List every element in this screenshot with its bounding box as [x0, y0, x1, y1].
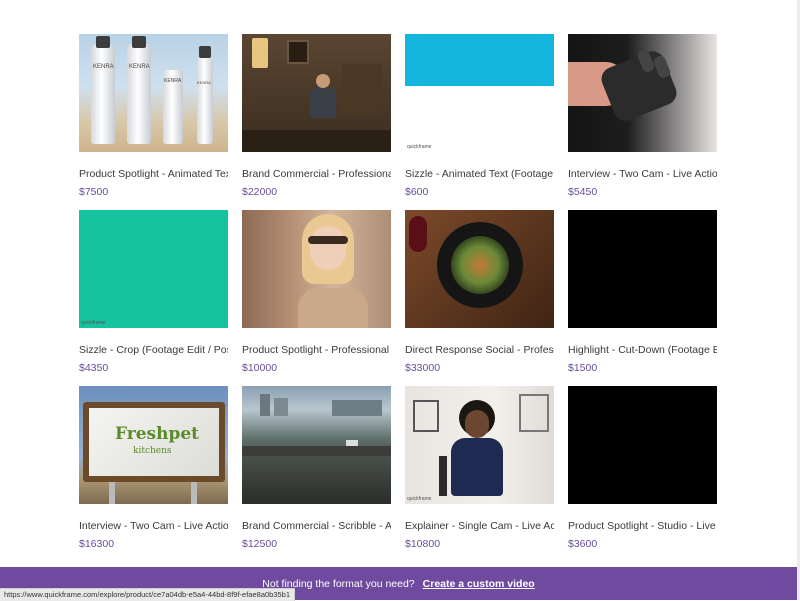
product-title[interactable]: Sizzle - Crop (Footage Edit / Post-Proc — [79, 344, 228, 357]
product-title[interactable]: Sizzle - Animated Text (Footage Edit / — [405, 168, 554, 181]
product-title[interactable]: Direct Response Social - Professional — [405, 344, 554, 357]
watermark: quickframe — [407, 144, 432, 150]
product-card[interactable]: Brand Commercial - Professional - Liv $2… — [242, 34, 391, 210]
product-title[interactable]: Product Spotlight - Studio - Live Actio — [568, 520, 717, 533]
product-title[interactable]: Brand Commercial - Professional - Liv — [242, 168, 391, 181]
product-card[interactable]: KENRA KENRA KENRA KENRA Product Spotligh… — [79, 34, 228, 210]
product-price: $33000 — [405, 362, 441, 374]
product-thumbnail[interactable]: Freshpet kitchens — [79, 386, 228, 504]
sign-subtext: kitchens — [133, 446, 172, 456]
product-title[interactable]: Highlight - Cut-Down (Footage Edit / I — [568, 344, 717, 357]
product-card[interactable]: Product Spotlight - Studio - Live Actio … — [568, 386, 717, 562]
product-thumbnail[interactable]: quickframe — [79, 210, 228, 328]
product-price: $22000 — [242, 186, 278, 198]
product-title[interactable]: Explainer - Single Cam - Live Action — [405, 520, 554, 533]
status-bar-url: https://www.quickframe.com/explore/produ… — [0, 588, 296, 601]
watermark: quickframe — [81, 320, 106, 326]
product-price: $10800 — [405, 538, 441, 550]
product-thumbnail[interactable] — [242, 386, 391, 504]
product-title[interactable]: Interview - Two Cam - Live Action — [568, 168, 717, 181]
product-title[interactable]: Interview - Two Cam - Live Action — [79, 520, 228, 533]
product-thumbnail[interactable] — [242, 34, 391, 152]
product-grid: KENRA KENRA KENRA KENRA Product Spotligh… — [79, 34, 717, 562]
product-thumbnail[interactable] — [405, 210, 554, 328]
product-card[interactable]: Direct Response Social - Professional $3… — [405, 210, 554, 386]
product-price: $1500 — [568, 362, 598, 374]
product-price: $7500 — [79, 186, 109, 198]
product-title[interactable]: Brand Commercial - Scribble - Animat — [242, 520, 391, 533]
product-card[interactable]: Product Spotlight - Professional - Live … — [242, 210, 391, 386]
product-card[interactable]: Interview - Two Cam - Live Action $5450 — [568, 34, 717, 210]
product-price: $12500 — [242, 538, 278, 550]
product-card[interactable]: Brand Commercial - Scribble - Animat $12… — [242, 386, 391, 562]
product-thumbnail[interactable] — [568, 210, 717, 328]
bottle-label: KENRA — [93, 64, 114, 70]
create-custom-video-link[interactable]: Create a custom video — [423, 578, 535, 590]
product-thumbnail[interactable] — [568, 386, 717, 504]
product-thumbnail[interactable]: quickframe — [405, 34, 554, 152]
watermark: quickframe — [407, 496, 432, 502]
product-price: $3600 — [568, 538, 598, 550]
bottle-label: KENRA — [197, 80, 211, 85]
product-price: $5450 — [568, 186, 598, 198]
product-card[interactable]: quickframe Sizzle - Animated Text (Foota… — [405, 34, 554, 210]
product-title[interactable]: Product Spotlight - Animated Text (Fo — [79, 168, 228, 181]
product-thumbnail[interactable] — [242, 210, 391, 328]
product-card[interactable]: Freshpet kitchens Interview - Two Cam - … — [79, 386, 228, 562]
product-price: $10000 — [242, 362, 278, 374]
product-title[interactable]: Product Spotlight - Professional - Live — [242, 344, 391, 357]
product-card[interactable]: quickframe Sizzle - Crop (Footage Edit /… — [79, 210, 228, 386]
product-price: $4350 — [79, 362, 109, 374]
bottle-label: KENRA — [129, 64, 150, 70]
product-price: $16300 — [79, 538, 115, 550]
sign-text: Freshpet — [115, 424, 200, 444]
product-thumbnail[interactable]: KENRA KENRA KENRA KENRA — [79, 34, 228, 152]
product-card[interactable]: Highlight - Cut-Down (Footage Edit / I $… — [568, 210, 717, 386]
bottle-label: KENRA — [164, 78, 182, 84]
product-thumbnail[interactable]: quickframe — [405, 386, 554, 504]
product-price: $600 — [405, 186, 429, 198]
product-card[interactable]: quickframe Explainer - Single Cam - Live… — [405, 386, 554, 562]
product-thumbnail[interactable] — [568, 34, 717, 152]
